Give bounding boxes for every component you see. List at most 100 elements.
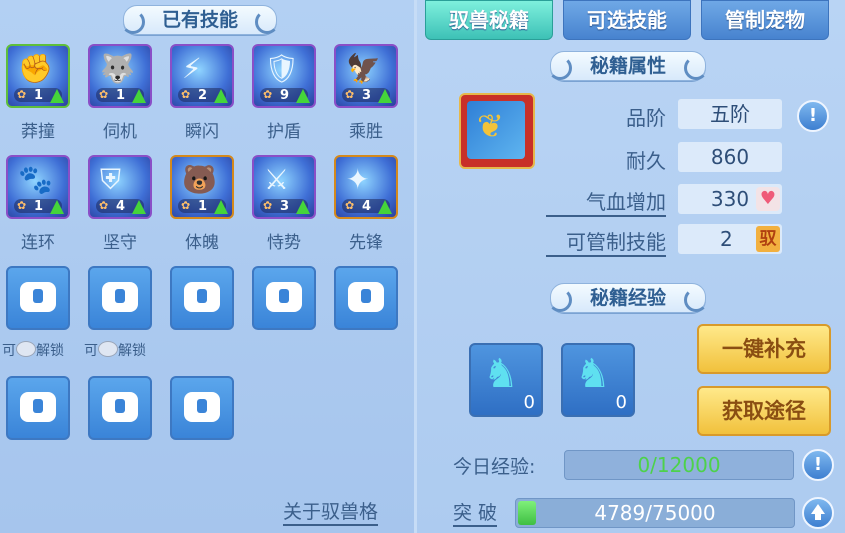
- paw-icon: ✿: [263, 88, 273, 101]
- locked-slot[interactable]: [334, 266, 398, 330]
- exp-item-count: 0: [615, 392, 627, 413]
- skill-icon[interactable]: ⚔ ✿ 3: [252, 155, 316, 219]
- skill-level: 2: [198, 88, 208, 103]
- unlock-hint: 可 解锁: [2, 340, 64, 360]
- title-curl-left-icon: [548, 56, 572, 80]
- book-icon[interactable]: ❦: [459, 93, 535, 169]
- break-label[interactable]: 突 破: [453, 498, 498, 527]
- skill-slot[interactable]: 🐻 ✿ 1 体魄: [170, 155, 234, 253]
- upgrade-arrow-icon: [132, 200, 146, 214]
- skill-slot[interactable]: ✊ ✿ 1 莽撞: [6, 44, 70, 142]
- skill-icon[interactable]: ✊ ✿ 1: [6, 44, 70, 108]
- lock-keyhole: [279, 289, 289, 303]
- paw-icon: ✿: [345, 88, 355, 101]
- skill-art-icon: 🐺: [100, 52, 135, 85]
- skill-name: 莽撞: [21, 122, 55, 142]
- paw-icon: ✿: [17, 88, 27, 101]
- exp-item-small[interactable]: ♞ 0: [469, 343, 543, 417]
- tab-optional-skills[interactable]: 可选技能: [563, 0, 691, 40]
- skill-slot[interactable]: 🐺 ✿ 1 伺机: [88, 44, 152, 142]
- locked-slot[interactable]: [88, 376, 152, 440]
- spirit-horse-icon: ♞: [575, 351, 611, 397]
- skill-slot[interactable]: ⚡ ✿ 2 瞬闪: [170, 44, 234, 142]
- today-exp-info-icon[interactable]: !: [802, 449, 834, 481]
- upgrade-arrow-icon: [378, 200, 392, 214]
- skill-name: 连环: [21, 233, 55, 253]
- locked-slot[interactable]: [170, 376, 234, 440]
- owned-skills-title-text: 已有技能: [161, 9, 238, 31]
- grade-info-icon[interactable]: !: [797, 100, 829, 132]
- lock-keyhole: [197, 399, 207, 413]
- skill-slot[interactable]: ⚔ ✿ 3 恃势: [252, 155, 316, 253]
- lock-keyhole: [33, 399, 43, 413]
- skill-slot[interactable]: ⛨ ✿ 4 坚守: [88, 155, 152, 253]
- skill-icon[interactable]: 🦅 ✿ 3: [334, 44, 398, 108]
- skill-name: 伺机: [103, 122, 137, 142]
- upgrade-arrow-icon: [378, 89, 392, 103]
- skill-slot[interactable]: 🦅 ✿ 3 乘胜: [334, 44, 398, 142]
- paw-icon: ✿: [181, 88, 191, 101]
- locked-slot[interactable]: [252, 266, 316, 330]
- tab-book[interactable]: 驭兽秘籍: [425, 0, 553, 40]
- exp-item-large[interactable]: ♞ 0: [561, 343, 635, 417]
- get-source-button[interactable]: 获取途径: [697, 386, 831, 436]
- skill-level: 3: [362, 88, 372, 103]
- paw-icon: ✿: [345, 199, 355, 212]
- lock-keyhole: [361, 289, 371, 303]
- skill-icon[interactable]: 🛡 ✿ 9: [252, 44, 316, 108]
- skill-icon[interactable]: ✦ ✿ 4: [334, 155, 398, 219]
- skill-icon[interactable]: 🐾 ✿ 1: [6, 155, 70, 219]
- attr-label-hp[interactable]: 气血增加: [546, 186, 666, 217]
- skill-icon[interactable]: 🐺 ✿ 1: [88, 44, 152, 108]
- today-exp-bar: 0/12000: [564, 450, 794, 480]
- skill-art-icon: ✊: [18, 52, 53, 85]
- skill-level: 1: [34, 88, 44, 103]
- skill-art-icon: 🦅: [346, 52, 381, 85]
- break-value: 4789/75000: [594, 501, 716, 525]
- skill-slot[interactable]: 🛡 ✿ 9 护盾: [252, 44, 316, 142]
- exp-title-text: 秘籍经验: [589, 287, 666, 309]
- skill-name: 坚守: [103, 233, 137, 253]
- break-progress-fill: [518, 501, 536, 525]
- paw-icon: ✿: [17, 199, 27, 212]
- upgrade-arrow-icon: [50, 89, 64, 103]
- skill-icon[interactable]: ⛨ ✿ 4: [88, 155, 152, 219]
- owned-skills-title: 已有技能: [121, 5, 279, 35]
- locked-slot[interactable]: [6, 266, 70, 330]
- upgrade-arrow-icon: [50, 200, 64, 214]
- skill-level: 4: [362, 199, 372, 214]
- about-link[interactable]: 关于驭兽格: [283, 497, 379, 526]
- skill-icon[interactable]: ⚡ ✿ 2: [170, 44, 234, 108]
- paw-icon: ✿: [181, 199, 191, 212]
- skill-art-icon: ⚔: [264, 163, 290, 196]
- exp-section-title: 秘籍经验: [548, 283, 708, 313]
- skill-slot[interactable]: 🐾 ✿ 1 连环: [6, 155, 70, 253]
- skill-icon[interactable]: 🐻 ✿ 1: [170, 155, 234, 219]
- title-curl-right-icon: [255, 10, 279, 34]
- attr-label-control-skills[interactable]: 可管制技能: [546, 226, 666, 257]
- refill-button[interactable]: 一键补充: [697, 324, 831, 374]
- skill-slot[interactable]: ✦ ✿ 4 先锋: [334, 155, 398, 253]
- locked-slot[interactable]: [6, 376, 70, 440]
- skill-art-icon: 🛡: [264, 52, 300, 85]
- skill-level: 1: [34, 199, 44, 214]
- break-upgrade-icon[interactable]: [802, 497, 834, 529]
- unlock-prefix: 可: [2, 343, 16, 359]
- attr-value-grade: 五阶: [678, 99, 782, 129]
- lock-keyhole: [115, 289, 125, 303]
- locked-slot[interactable]: [170, 266, 234, 330]
- upgrade-arrow-icon: [214, 89, 228, 103]
- skill-name: 体魄: [185, 233, 219, 253]
- heart-icon: ♥: [756, 187, 780, 211]
- paw-icon: ✿: [263, 199, 273, 212]
- tab-controlled-pets[interactable]: 管制宠物: [701, 0, 829, 40]
- attr-section-title: 秘籍属性: [548, 51, 708, 81]
- unlock-hint: 可 解锁: [84, 340, 146, 360]
- title-curl-left-icon: [548, 288, 572, 312]
- skill-name: 恃势: [267, 233, 301, 253]
- unlock-suffix: 解锁: [36, 343, 64, 359]
- locked-slot[interactable]: [88, 266, 152, 330]
- skill-level: 4: [116, 199, 126, 214]
- title-curl-left-icon: [121, 10, 145, 34]
- attr-label-durability: 耐久: [626, 149, 666, 173]
